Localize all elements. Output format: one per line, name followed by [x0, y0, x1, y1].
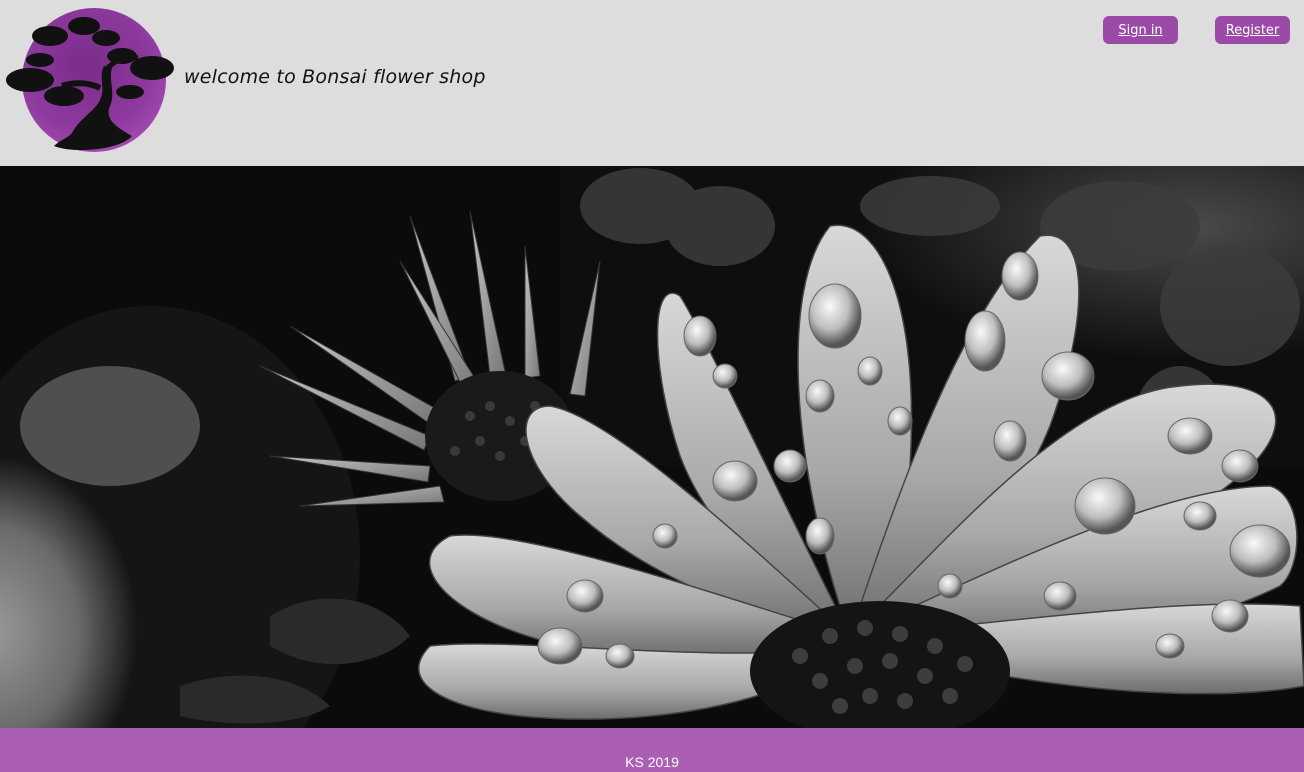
footer-copyright: KS 2019: [625, 754, 679, 770]
header: welcome to Bonsai flower shop Sign in Re…: [0, 0, 1304, 166]
bonsai-logo-icon: [2, 8, 182, 156]
register-button[interactable]: Register: [1215, 16, 1290, 44]
sign-in-button[interactable]: Sign in: [1103, 16, 1178, 44]
site-title: welcome to Bonsai flower shop: [184, 66, 486, 88]
hero-image: [0, 166, 1304, 728]
footer: KS 2019: [0, 728, 1304, 772]
